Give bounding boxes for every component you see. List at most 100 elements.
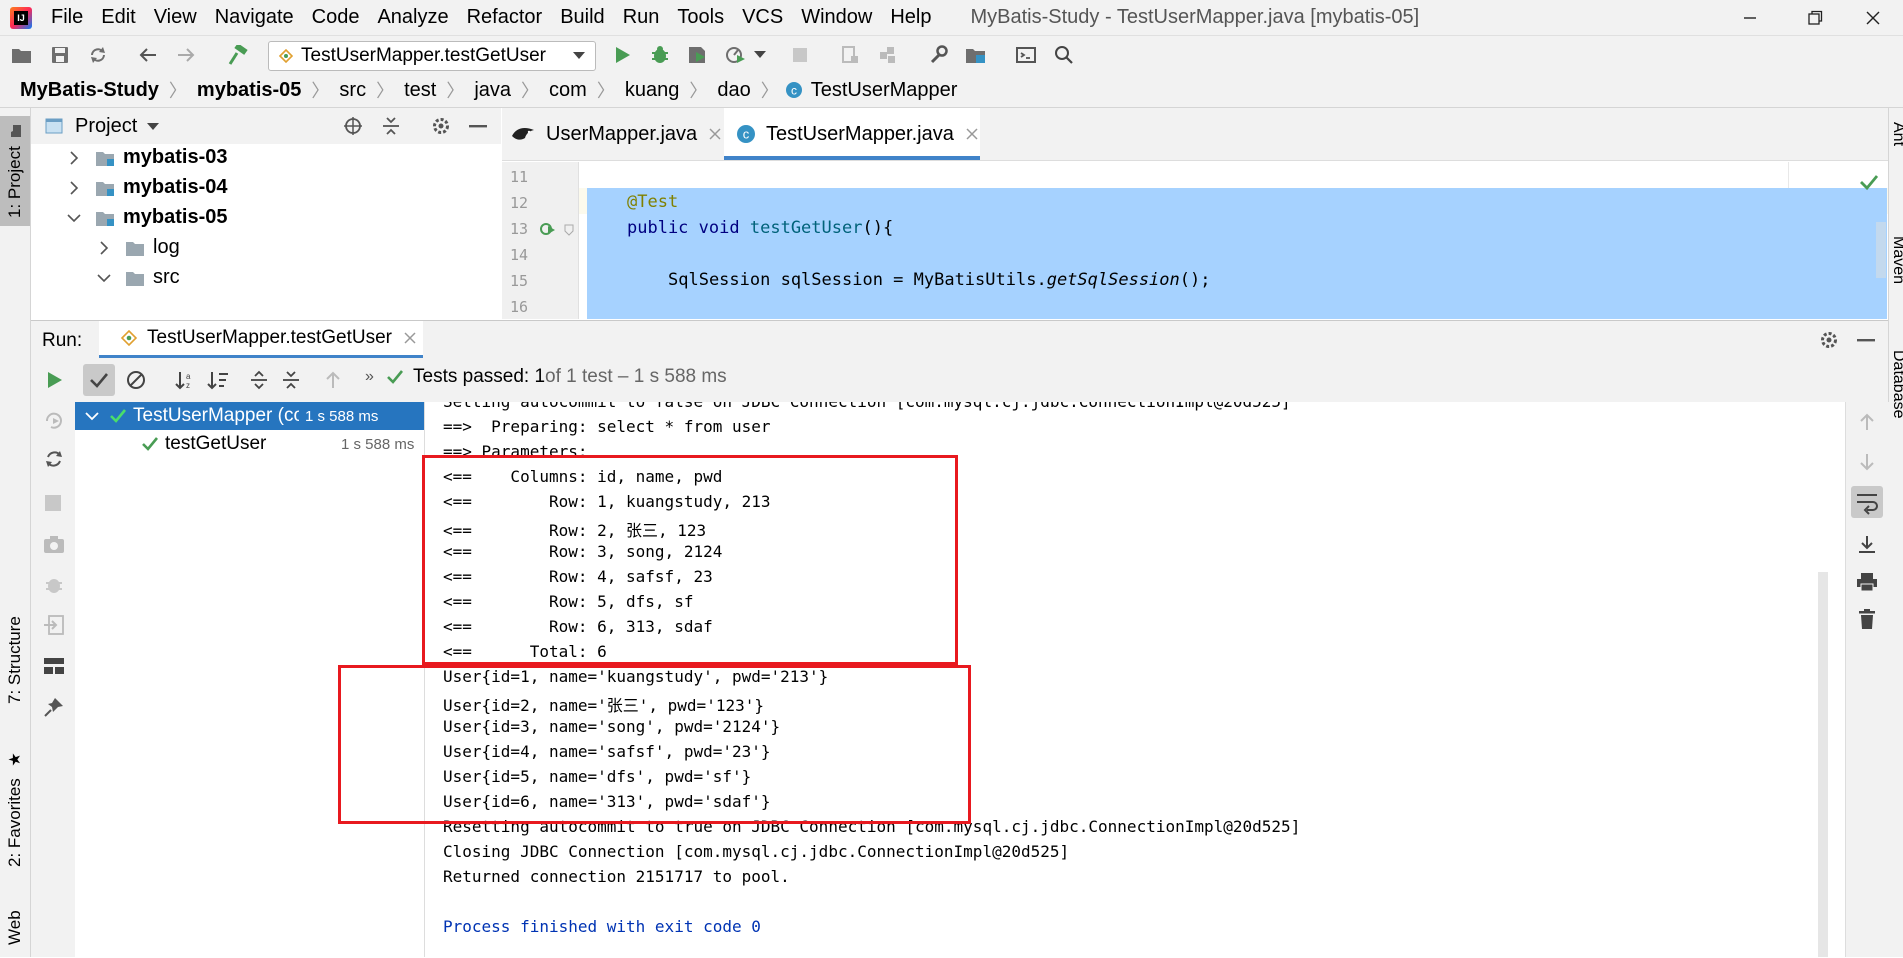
toggle-auto-test-icon[interactable]	[43, 448, 65, 470]
tree-item-mybatis-03[interactable]: mybatis-03	[69, 146, 228, 169]
collapse-all-icon[interactable]	[281, 370, 301, 390]
hide-panel-icon[interactable]	[1857, 339, 1875, 342]
menu-navigate[interactable]: Navigate	[206, 6, 303, 29]
close-icon[interactable]	[709, 128, 721, 140]
breadcrumb-dao[interactable]: dao	[713, 79, 754, 102]
rerun-icon[interactable]	[45, 370, 65, 390]
menu-view[interactable]: View	[145, 6, 206, 29]
save-all-button[interactable]	[46, 42, 74, 68]
menu-code[interactable]: Code	[303, 6, 369, 29]
open-button[interactable]	[8, 42, 36, 68]
menu-vcs[interactable]: VCS	[733, 6, 792, 29]
previous-failed-icon[interactable]	[323, 370, 343, 390]
restore-button[interactable]	[1785, 0, 1845, 35]
structure-tool-tab[interactable]: 7: Structure	[0, 600, 30, 720]
fold-icon[interactable]	[564, 224, 574, 236]
menu-file[interactable]: File	[42, 6, 92, 29]
menu-tools[interactable]: Tools	[668, 6, 733, 29]
attach-debugger-button[interactable]	[836, 42, 864, 68]
terminal-button[interactable]	[1012, 42, 1040, 68]
settings-button[interactable]	[924, 42, 952, 68]
run-with-coverage-button[interactable]	[684, 42, 712, 68]
close-icon[interactable]	[966, 128, 978, 140]
project-structure-button[interactable]	[962, 42, 990, 68]
menu-refactor[interactable]: Refactor	[458, 6, 552, 29]
breadcrumb-class[interactable]: TestUserMapper	[807, 79, 962, 102]
menu-run[interactable]: Run	[614, 6, 669, 29]
ant-tool-tab[interactable]: Ant	[1889, 122, 1903, 146]
arrow-up-icon[interactable]	[1857, 412, 1877, 432]
tab-test-user-mapper[interactable]: c TestUserMapper.java	[724, 108, 980, 160]
menu-edit[interactable]: Edit	[92, 6, 144, 29]
menu-build[interactable]: Build	[551, 6, 613, 29]
stop-icon[interactable]	[44, 494, 62, 512]
layout-icon[interactable]	[43, 656, 65, 676]
trash-icon[interactable]	[1857, 608, 1877, 630]
debug-button[interactable]	[646, 42, 674, 68]
sort-by-duration-icon[interactable]	[207, 370, 229, 390]
show-ignored-icon[interactable]	[126, 370, 146, 390]
search-everywhere-button[interactable]	[1050, 42, 1078, 68]
show-passed-toggle[interactable]	[83, 364, 115, 396]
breadcrumb-com[interactable]: com	[545, 79, 591, 102]
test-case-row[interactable]: testGetUser 1 s 588 ms	[75, 430, 424, 458]
forward-button[interactable]	[172, 42, 200, 68]
project-panel-title[interactable]: Project	[75, 115, 137, 138]
breadcrumb-project[interactable]: MyBatis-Study	[16, 79, 163, 102]
breadcrumb-kuang[interactable]: kuang	[621, 79, 684, 102]
chevron-down-icon[interactable]	[147, 123, 159, 131]
tree-item-mybatis-05[interactable]: mybatis-05	[67, 206, 228, 229]
maven-tool-tab[interactable]: Maven	[1889, 236, 1903, 284]
deploy-button[interactable]	[874, 42, 902, 68]
more-actions-icon[interactable]: »	[365, 368, 374, 386]
debug-disabled-icon[interactable]	[43, 574, 65, 596]
menu-window[interactable]: Window	[792, 6, 881, 29]
scroll-to-end-icon[interactable]	[1857, 534, 1877, 556]
back-button[interactable]	[134, 42, 162, 68]
collapse-all-icon[interactable]	[381, 116, 401, 136]
menu-help[interactable]: Help	[881, 6, 940, 29]
breadcrumb-test[interactable]: test	[400, 79, 440, 102]
minimize-button[interactable]	[1720, 0, 1780, 35]
project-tool-tab[interactable]: 1: Project	[0, 116, 30, 226]
rerun-failed-icon[interactable]	[43, 410, 65, 432]
tree-item-mybatis-04[interactable]: mybatis-04	[69, 176, 228, 199]
breadcrumb-module[interactable]: mybatis-05	[193, 79, 306, 102]
locate-icon[interactable]	[343, 116, 363, 136]
tab-user-mapper[interactable]: UserMapper.java	[510, 108, 722, 160]
test-suite-row[interactable]: TestUserMapper (com.l 1 s 588 ms	[75, 402, 424, 430]
web-tool-tab[interactable]: Web	[0, 898, 30, 958]
console-scrollbar[interactable]	[1818, 572, 1828, 957]
stop-button[interactable]	[786, 42, 814, 68]
gear-icon[interactable]	[431, 116, 451, 136]
import-tests-icon[interactable]	[43, 614, 65, 636]
pin-icon[interactable]	[43, 696, 65, 718]
tree-item-src[interactable]: src	[97, 266, 180, 289]
run-gutter-icon[interactable]	[538, 220, 556, 238]
tab-run-test-user-mapper[interactable]: TestUserMapper.testGetUser	[99, 321, 423, 359]
tree-item-log[interactable]: log	[99, 236, 180, 259]
gear-icon[interactable]	[1819, 330, 1839, 350]
printer-icon[interactable]	[1856, 572, 1878, 592]
inspection-status[interactable]	[1857, 170, 1881, 194]
expand-all-icon[interactable]	[249, 370, 269, 390]
profile-button[interactable]	[722, 42, 750, 68]
run-configuration-select[interactable]: TestUserMapper.testGetUser	[268, 41, 596, 71]
sort-alphabetically-icon[interactable]: az	[175, 370, 197, 390]
breadcrumb-src[interactable]: src	[335, 79, 370, 102]
soft-wrap-toggle[interactable]	[1851, 486, 1883, 518]
hide-panel-icon[interactable]	[469, 125, 487, 128]
close-window-button[interactable]	[1843, 0, 1903, 35]
sync-button[interactable]	[84, 42, 112, 68]
arrow-down-icon[interactable]	[1857, 452, 1877, 472]
camera-icon[interactable]	[43, 534, 65, 554]
build-button[interactable]	[224, 42, 252, 68]
menu-analyze[interactable]: Analyze	[368, 6, 457, 29]
profile-dropdown[interactable]	[752, 42, 768, 68]
run-button[interactable]	[608, 42, 636, 68]
breadcrumb-java[interactable]: java	[470, 79, 515, 102]
close-icon[interactable]	[404, 332, 416, 344]
database-tool-tab[interactable]: Database	[1889, 350, 1903, 419]
favorites-tool-tab[interactable]: 2: Favorites ★	[0, 744, 30, 874]
editor-scroll-marker[interactable]	[1876, 222, 1886, 278]
